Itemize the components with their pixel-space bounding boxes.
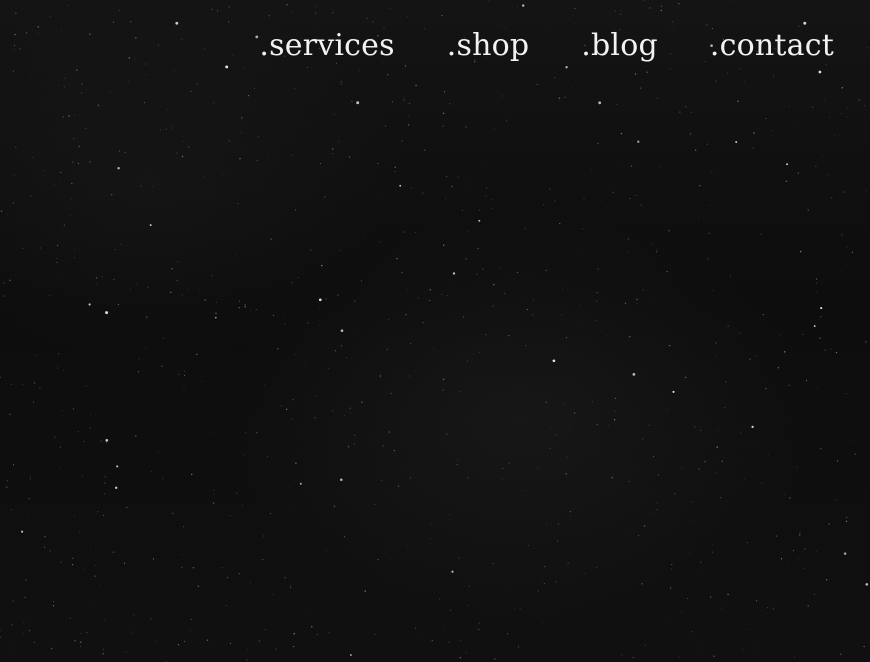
top-navigation: .services .shop .blog .contact [259,28,834,64]
speckled-texture-background [0,0,869,662]
nav-link-services[interactable]: .services [259,28,394,64]
nav-link-contact[interactable]: .contact [710,28,834,64]
page-background: .services .shop .blog .contact [0,0,870,662]
nav-link-blog[interactable]: .blog [581,28,658,64]
nav-link-shop[interactable]: .shop [447,28,530,64]
